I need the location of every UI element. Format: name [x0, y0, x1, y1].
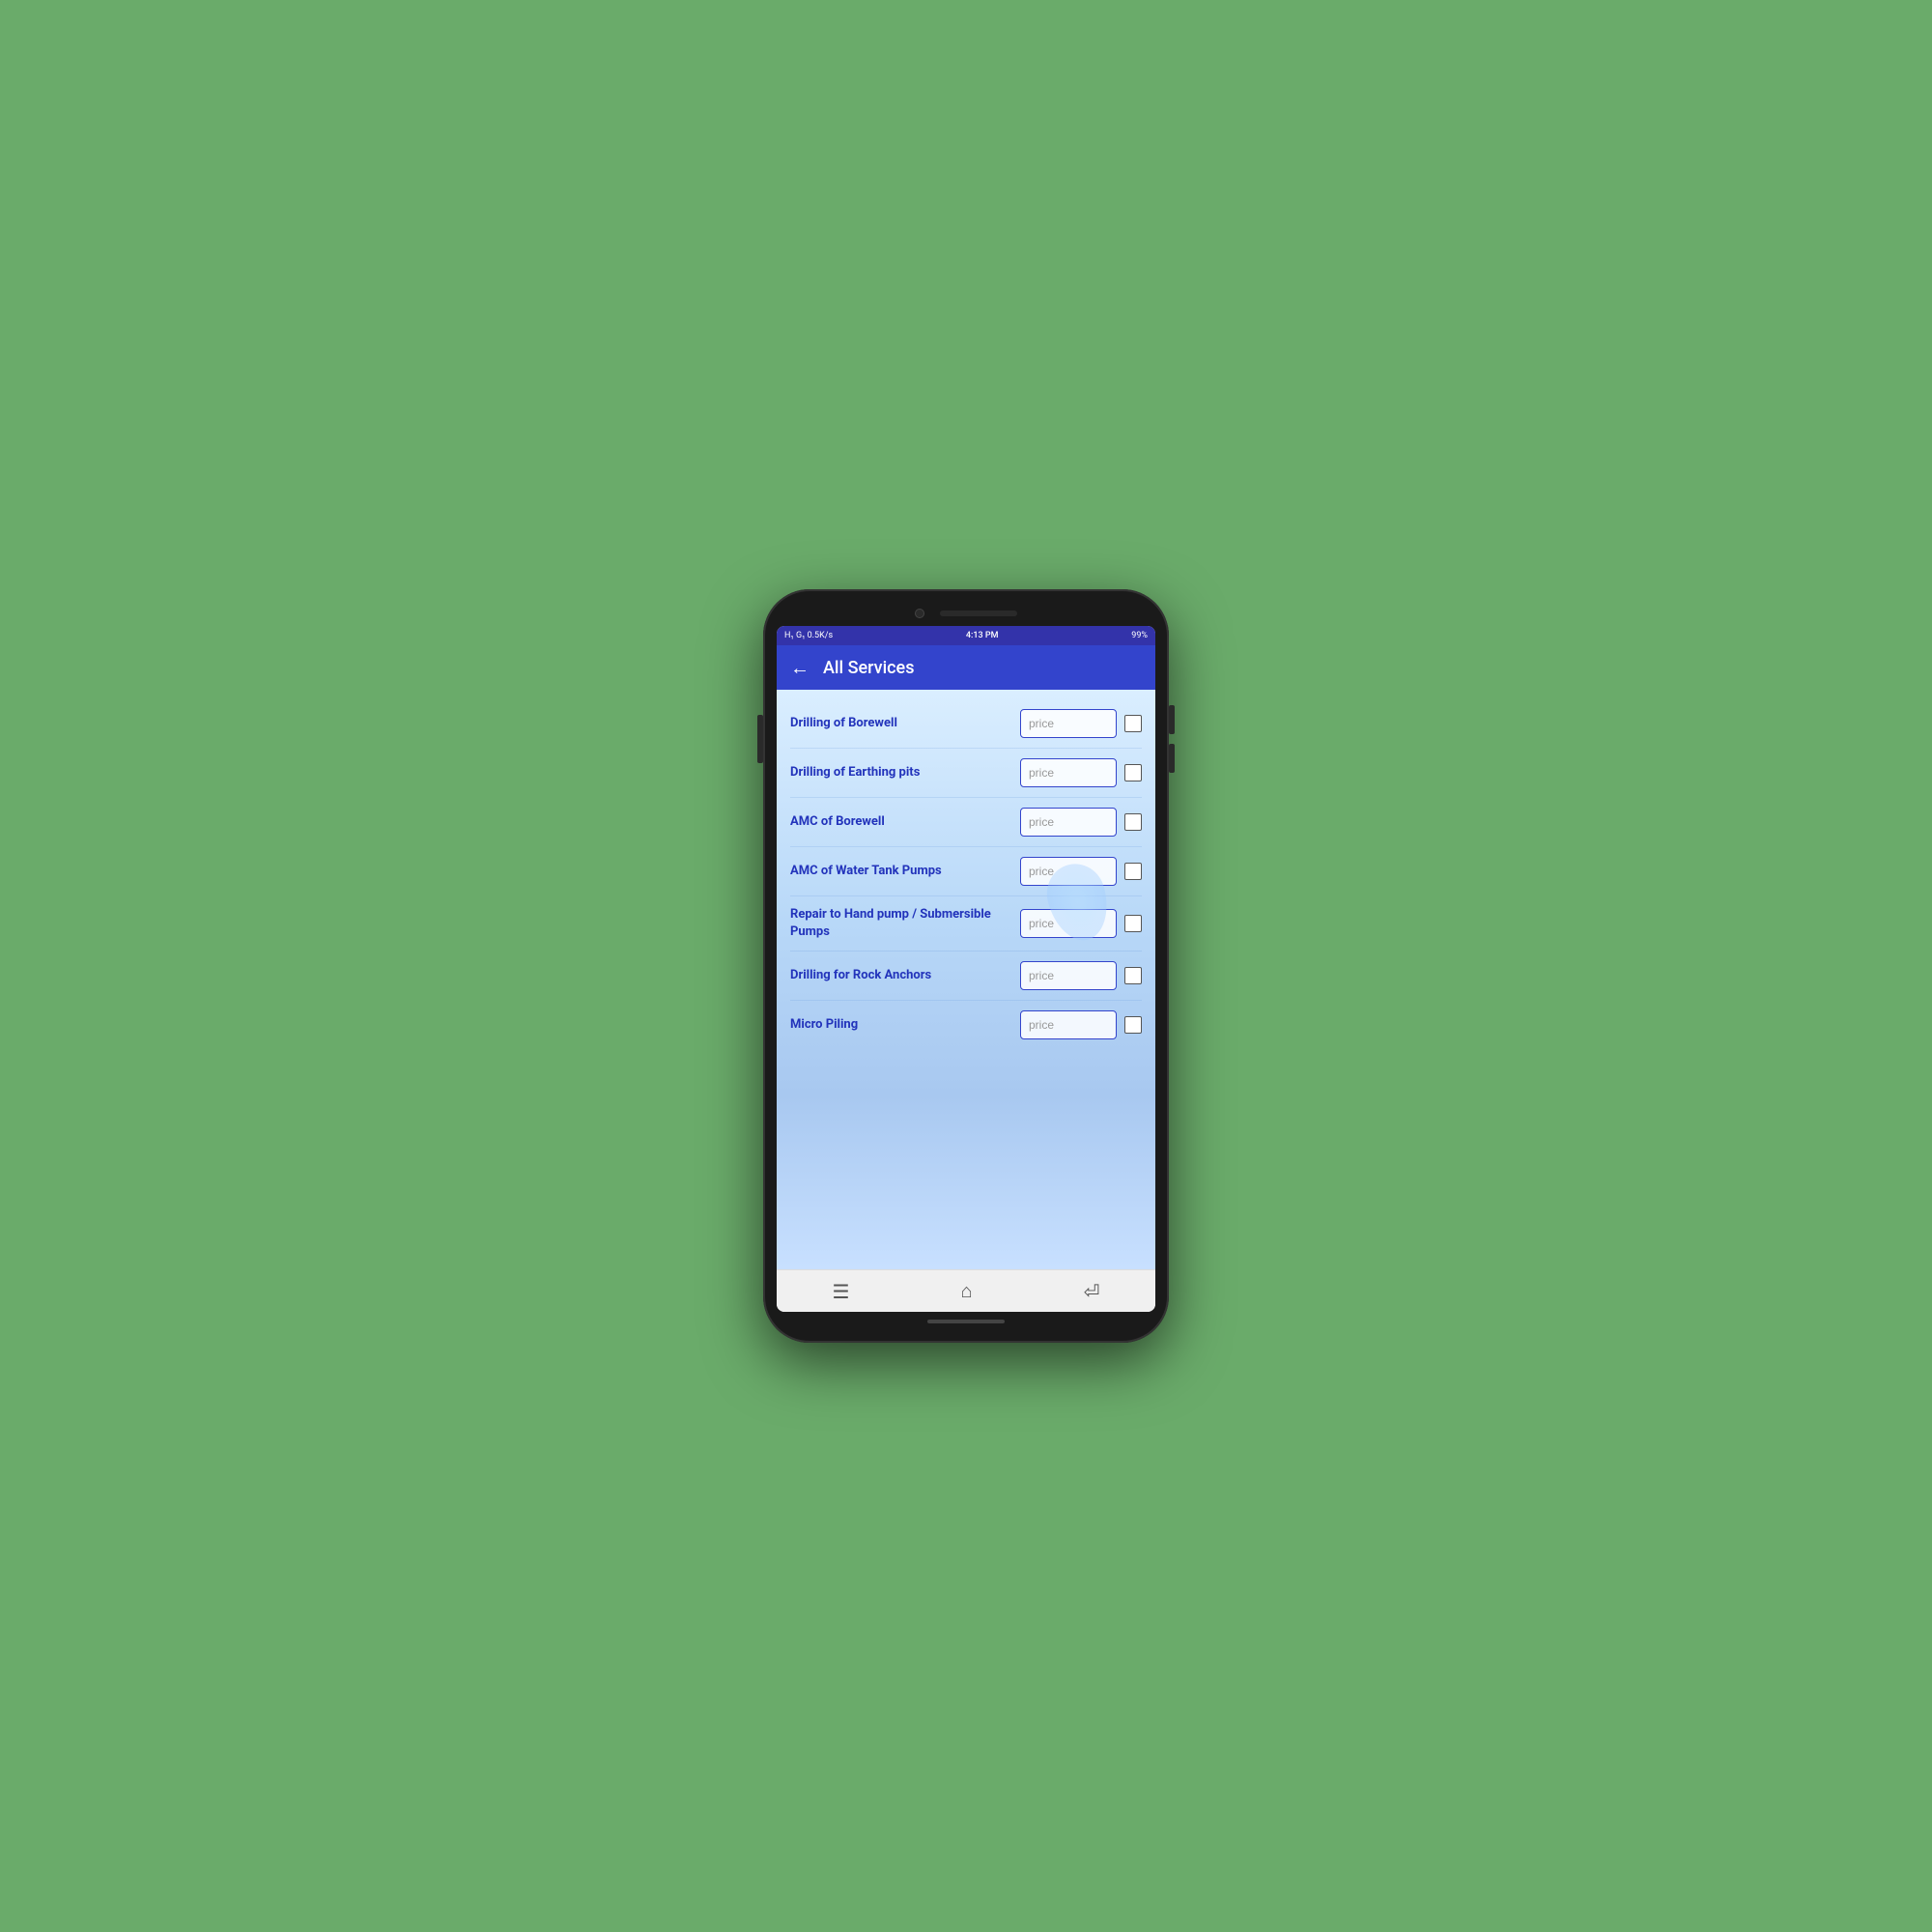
service-price-input-4[interactable]: [1020, 857, 1117, 886]
back-nav-icon[interactable]: ⏎: [1084, 1280, 1100, 1303]
service-name-6: Drilling for Rock Anchors: [790, 967, 1012, 984]
service-row: AMC of Water Tank Pumps: [790, 847, 1142, 896]
service-name-5: Repair to Hand pump / Submersible Pumps: [790, 906, 1012, 941]
service-name-2: Drilling of Earthing pits: [790, 764, 1012, 781]
service-row: Drilling for Rock Anchors: [790, 952, 1142, 1001]
service-price-input-3[interactable]: [1020, 808, 1117, 837]
service-row: Repair to Hand pump / Submersible Pumps: [790, 896, 1142, 952]
battery-status: 99%: [1131, 631, 1148, 640]
service-row: AMC of Borewell: [790, 798, 1142, 847]
back-button[interactable]: ←: [790, 656, 810, 680]
service-price-input-6[interactable]: [1020, 961, 1117, 990]
service-checkbox-4[interactable]: [1124, 863, 1142, 880]
service-checkbox-5[interactable]: [1124, 915, 1142, 932]
volume-down-button: [1169, 744, 1175, 773]
network-status: H₁ G₁ 0.5K/s: [784, 631, 833, 640]
app-header: ← All Services: [777, 645, 1155, 690]
service-price-input-7[interactable]: [1020, 1010, 1117, 1039]
service-name-7: Micro Piling: [790, 1016, 1012, 1034]
status-right: 99%: [1131, 631, 1148, 640]
service-price-input-2[interactable]: [1020, 758, 1117, 787]
service-row: Drilling of Borewell: [790, 699, 1142, 749]
phone-bottom-bar: [777, 1312, 1155, 1329]
service-name-4: AMC of Water Tank Pumps: [790, 863, 1012, 880]
service-checkbox-7[interactable]: [1124, 1016, 1142, 1034]
page-title: All Services: [823, 658, 914, 678]
service-checkbox-6[interactable]: [1124, 967, 1142, 984]
camera: [915, 609, 924, 618]
status-left: H₁ G₁ 0.5K/s: [784, 631, 833, 640]
service-name-3: AMC of Borewell: [790, 813, 1012, 831]
services-list: Drilling of Borewell Drilling of Earthing…: [777, 690, 1155, 1269]
service-checkbox-3[interactable]: [1124, 813, 1142, 831]
power-button: [757, 715, 763, 763]
menu-icon[interactable]: ☰: [833, 1280, 850, 1303]
service-name-1: Drilling of Borewell: [790, 715, 1012, 732]
service-row: Drilling of Earthing pits: [790, 749, 1142, 798]
service-checkbox-2[interactable]: [1124, 764, 1142, 781]
phone-screen: H₁ G₁ 0.5K/s 4:13 PM 99% ← All Services …: [777, 626, 1155, 1312]
status-time: 4:13 PM: [966, 631, 999, 640]
service-checkbox-1[interactable]: [1124, 715, 1142, 732]
bottom-nav: ☰ ⌂ ⏎: [777, 1269, 1155, 1312]
service-row: Micro Piling: [790, 1001, 1142, 1049]
home-icon[interactable]: ⌂: [961, 1279, 973, 1303]
speaker: [940, 611, 1017, 616]
service-price-input-1[interactable]: [1020, 709, 1117, 738]
phone-device: H₁ G₁ 0.5K/s 4:13 PM 99% ← All Services …: [763, 589, 1169, 1343]
phone-top-bar: [777, 603, 1155, 626]
status-bar: H₁ G₁ 0.5K/s 4:13 PM 99%: [777, 626, 1155, 645]
service-price-input-5[interactable]: [1020, 909, 1117, 938]
volume-up-button: [1169, 705, 1175, 734]
home-indicator: [927, 1320, 1005, 1323]
